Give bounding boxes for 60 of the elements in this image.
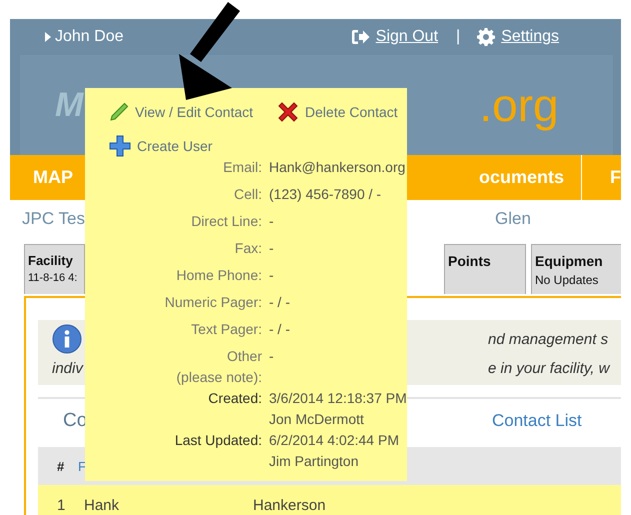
tab-subtitle: 11-8-16 4: — [28, 272, 78, 284]
contact-list-link[interactable]: Contact List — [492, 410, 621, 430]
action-label: Delete Contact — [305, 104, 398, 120]
popup-action-link[interactable]: Create User — [109, 135, 254, 157]
separator: | — [456, 28, 460, 46]
user-name[interactable]: John Doe — [55, 28, 124, 46]
sign-out-link[interactable]: Sign Out — [376, 28, 438, 46]
delete-icon — [277, 101, 300, 123]
breadcrumb-text: JPC Tes — [22, 209, 85, 229]
tab-title: Equipmen — [535, 253, 604, 269]
field-value: - — [269, 347, 274, 366]
field-value: (123) 456-7890 / - — [269, 185, 382, 204]
action-label: View / Edit Contact — [135, 104, 254, 120]
table-cell-text: 1 — [57, 496, 66, 514]
field-value: Hank@hankerson.org — [269, 158, 406, 177]
action-label: Create User — [137, 138, 212, 154]
breadcrumb-text: Glen — [495, 209, 531, 229]
pencil-icon — [109, 102, 129, 122]
field-value: 3/6/2014 12:18:37 PM — [269, 389, 407, 408]
field-label: Home Phone: — [175, 266, 262, 285]
caret-icon — [45, 32, 51, 42]
settings-link[interactable]: Settings — [501, 28, 559, 46]
sign-out-icon — [350, 29, 370, 45]
field-label: Direct Line: — [190, 212, 262, 231]
table-row[interactable]: 1 Hank Hankerson — [38, 485, 621, 515]
field-value: 6/2/2014 4:02:44 PM — [269, 431, 399, 450]
settings-icon — [477, 28, 496, 46]
field-value: - / - — [269, 320, 290, 339]
field-value: Jon McDermott — [269, 410, 364, 429]
info-text: e in your facility, w — [488, 360, 612, 376]
field-label: Email: — [222, 158, 262, 177]
facility-tab[interactable]: Equipmen No Updates — [531, 244, 621, 294]
tab-title: Facility — [28, 253, 74, 268]
field-label: Created: — [207, 389, 262, 408]
info-icon — [52, 324, 82, 354]
field-label: Numeric Pager: — [164, 293, 262, 312]
info-text: nd management s — [488, 330, 610, 348]
tab-title: Points — [448, 253, 492, 269]
field-label: Fax: — [234, 239, 262, 258]
field-label: Last Updated: — [174, 431, 262, 450]
column-header: # — [57, 458, 66, 474]
field-value: - — [269, 212, 274, 231]
field-label: Cell: — [232, 185, 262, 204]
table-cell-text: Hank — [84, 496, 120, 514]
popup-action-link[interactable]: View / Edit Contact — [109, 101, 254, 123]
field-value: Jim Partington — [269, 452, 358, 471]
facility-tab[interactable]: Facility 11-8-16 4: — [24, 244, 85, 294]
field-label: Text Pager: — [190, 320, 262, 339]
logo-text: .org — [479, 78, 559, 132]
field-label: Other (please note): — [175, 347, 262, 387]
plus-icon — [109, 135, 131, 157]
field-value: - — [269, 266, 274, 285]
field-value: - — [269, 239, 274, 258]
table-cell-text: Hankerson — [253, 496, 327, 514]
info-text: indiv — [52, 360, 84, 376]
popup-action-link[interactable]: Delete Contact — [277, 101, 398, 123]
tab-subtitle: No Updates — [535, 273, 600, 287]
column-header[interactable]: F — [78, 458, 86, 474]
field-value: - / - — [269, 293, 290, 312]
facility-tab[interactable]: Points — [444, 244, 526, 294]
